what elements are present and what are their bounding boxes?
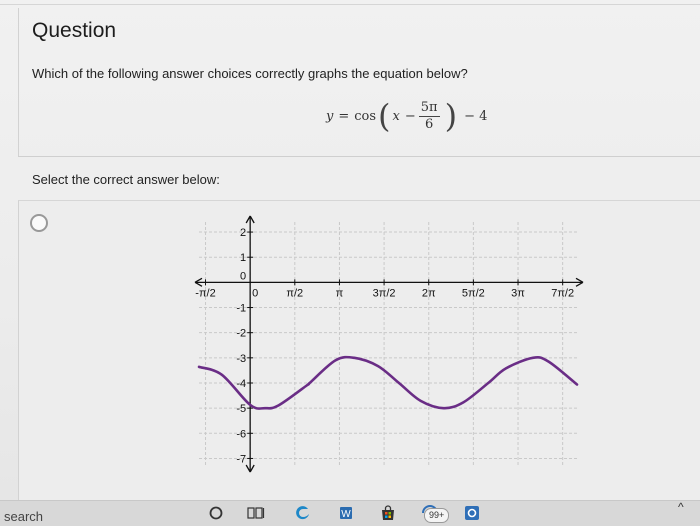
select-answer-label: Select the correct answer below: (32, 172, 220, 187)
phase-fraction: 5π 6 (418, 99, 440, 133)
y-tick-label: 2 (240, 227, 246, 239)
answer-graph: -π/2 0 π/2 π 3π/2 2π 5π/2 3π 7π/2 2 1 0 -1 -2 -3 -4 -5 -6… (194, 215, 584, 473)
top-divider (0, 4, 700, 5)
x-tick-label: 2π (422, 287, 436, 299)
taskbar-search[interactable]: search (4, 509, 43, 524)
y-tick-label: -2 (236, 328, 246, 340)
x-tick-label: π/2 (286, 287, 303, 299)
y-tick-label: 1 (240, 252, 246, 264)
right-paren: ) (444, 97, 458, 135)
grid-lines (199, 222, 577, 466)
equation-var: x (392, 108, 400, 124)
section-divider (18, 156, 700, 157)
x-tick-label: 5π/2 (462, 287, 485, 299)
y-tick-label: -4 (236, 378, 246, 390)
equation-func: cos (354, 108, 377, 124)
tick-labels: -π/2 0 π/2 π 3π/2 2π 5π/2 3π 7π/2 2 1 0 -1 -2 -3 -4 -5 -6… (195, 227, 574, 465)
answer-radio-button[interactable] (30, 214, 48, 232)
left-paren: ( (378, 97, 391, 135)
equals-sign: = (338, 108, 350, 124)
equation: y = cos ( x − 5π 6 ) − 4 (326, 94, 487, 138)
equation-minus: − (404, 108, 416, 124)
question-page: Question Which of the following answer c… (0, 0, 700, 501)
x-tick-label: 3π (511, 287, 525, 299)
x-tick-label: -π/2 (195, 287, 215, 299)
chevron-up-icon[interactable]: ^ (678, 500, 684, 514)
x-tick-label: 0 (252, 287, 258, 299)
store-bag (382, 510, 394, 520)
y-tick-label: -7 (236, 453, 246, 465)
fraction-numerator: 5π (418, 99, 440, 117)
y-tick-label: -5 (236, 403, 246, 415)
x-tick-label: 3π/2 (373, 287, 396, 299)
cortana-icon[interactable] (208, 503, 224, 523)
pinned-app-icon[interactable] (462, 503, 482, 523)
y-tick-label: 0 (240, 270, 246, 282)
notification-badge: 99+ (424, 508, 450, 523)
fraction-denominator: 6 (425, 116, 434, 132)
edge-shape (296, 506, 309, 520)
vertical-shift: − 4 (464, 108, 488, 124)
question-prompt: Which of the following answer choices co… (32, 66, 468, 81)
equation-lhs: y (326, 108, 334, 124)
x-tick-label: π (336, 287, 344, 299)
question-title: Question (32, 19, 117, 42)
y-tick-label: -3 (236, 353, 246, 365)
x-tick-label: 7π/2 (551, 287, 574, 299)
y-tick-label: -6 (236, 428, 246, 440)
word-app-icon[interactable]: W (336, 503, 356, 523)
store-icon[interactable] (378, 503, 398, 523)
pinned-app-tile (465, 506, 479, 520)
task-view-icon[interactable] (246, 503, 266, 523)
svg-text:W: W (341, 509, 351, 520)
edge-browser-icon[interactable] (293, 503, 313, 523)
y-tick-label: -1 (236, 303, 246, 315)
